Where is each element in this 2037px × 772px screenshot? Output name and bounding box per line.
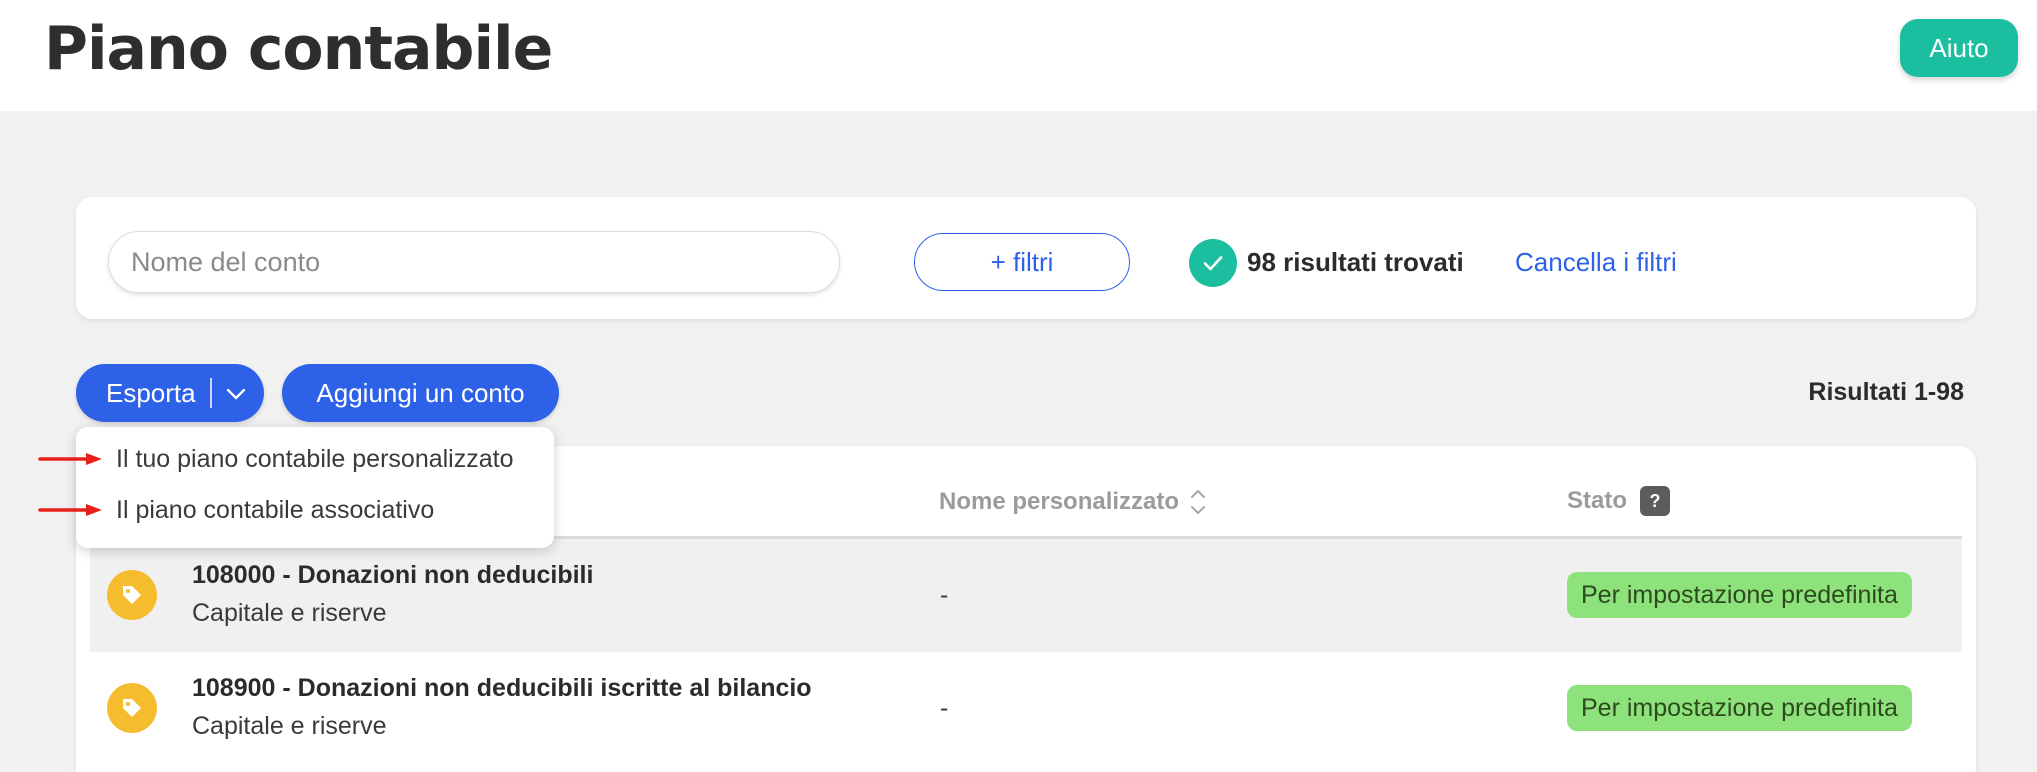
check-icon	[1189, 239, 1237, 287]
table-row[interactable]: 108900 - Donazioni non deducibili iscrit…	[90, 652, 1962, 765]
export-divider	[210, 378, 212, 408]
status-badge: Per impostazione predefinita	[1567, 572, 1912, 618]
results-range-label: Risultati 1-98	[1808, 378, 1964, 406]
help-icon[interactable]: ?	[1640, 486, 1670, 516]
account-name: 108900 - Donazioni non deducibili iscrit…	[192, 674, 812, 702]
export-label: Esporta	[106, 378, 196, 408]
red-arrow-icon	[38, 504, 102, 516]
tag-icon	[107, 683, 157, 733]
column-header-custom-name[interactable]: Nome personalizzato	[939, 486, 1207, 518]
account-name-search-input[interactable]	[108, 231, 840, 293]
red-arrow-icon	[38, 453, 102, 465]
help-button[interactable]: Aiuto	[1900, 19, 2018, 77]
results-found-label: 98 risultati trovati	[1247, 247, 1464, 277]
add-filters-button[interactable]: + filtri	[914, 233, 1130, 291]
status-badge: Per impostazione predefinita	[1567, 685, 1912, 731]
column-header-custom-name-label: Nome personalizzato	[939, 488, 1180, 515]
export-button[interactable]: Esporta	[76, 364, 264, 422]
filter-card: + filtri 98 risultati trovati Cancella i…	[76, 197, 1976, 319]
column-header-status: Stato ?	[1567, 486, 1670, 516]
tag-icon	[107, 570, 157, 620]
clear-filters-link[interactable]: Cancella i filtri	[1515, 247, 1677, 278]
account-custom-name: -	[940, 581, 949, 609]
account-custom-name: -	[940, 694, 949, 722]
account-name: 108000 - Donazioni non deducibili	[192, 561, 594, 589]
sort-icon[interactable]	[1189, 486, 1207, 518]
top-bar: Piano contabile Aiuto	[0, 0, 2037, 111]
column-header-status-label: Stato	[1567, 487, 1627, 514]
export-menu-item-custom-chart[interactable]: Il tuo piano contabile personalizzato	[116, 445, 514, 474]
account-category: Capitale e riserve	[192, 712, 387, 740]
export-menu-item-associative-chart[interactable]: Il piano contabile associativo	[116, 496, 434, 525]
page-title: Piano contabile	[44, 14, 553, 84]
account-category: Capitale e riserve	[192, 599, 387, 627]
add-account-button[interactable]: Aggiungi un conto	[282, 364, 559, 422]
export-dropdown-menu: Il tuo piano contabile personalizzato Il…	[76, 427, 554, 548]
table-row[interactable]: 108000 - Donazioni non deducibili Capita…	[90, 539, 1962, 652]
chevron-down-icon[interactable]	[222, 380, 250, 408]
